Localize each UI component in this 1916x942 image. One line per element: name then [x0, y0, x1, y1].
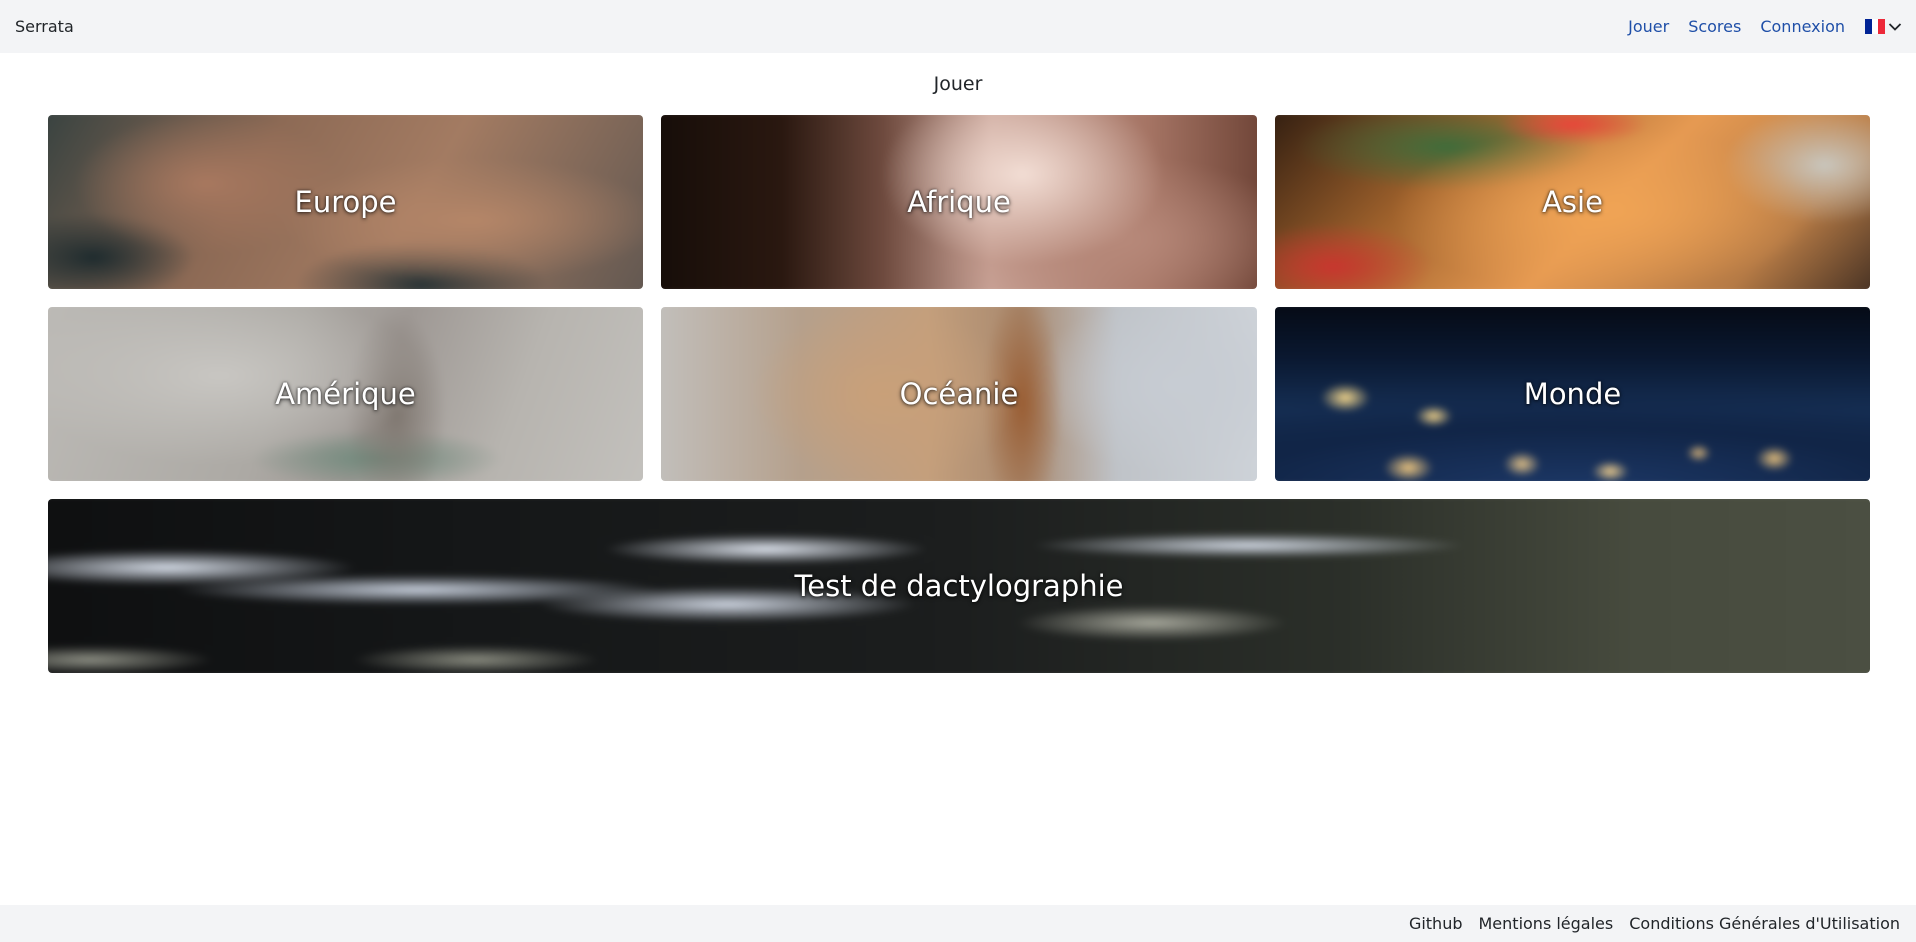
- card-asie[interactable]: Asie: [1275, 115, 1870, 289]
- top-navbar: Serrata Jouer Scores Connexion: [0, 0, 1916, 53]
- footer-link-github[interactable]: Github: [1409, 914, 1463, 933]
- card-label: Océanie: [899, 377, 1019, 411]
- card-amerique[interactable]: Amérique: [48, 307, 643, 481]
- card-europe[interactable]: Europe: [48, 115, 643, 289]
- footer: Github Mentions légales Conditions Génér…: [0, 905, 1916, 942]
- card-label: Monde: [1523, 377, 1622, 411]
- french-flag-icon: [1865, 19, 1886, 34]
- nav-links: Jouer Scores Connexion: [1609, 17, 1902, 36]
- nav-link-play[interactable]: Jouer: [1628, 17, 1669, 36]
- nav-link-login[interactable]: Connexion: [1760, 17, 1845, 36]
- page-title: Jouer: [933, 73, 983, 95]
- card-label: Afrique: [907, 185, 1011, 219]
- brand-link[interactable]: Serrata: [15, 17, 74, 36]
- footer-link-terms[interactable]: Conditions Générales d'Utilisation: [1629, 914, 1900, 933]
- card-label: Asie: [1542, 185, 1603, 219]
- card-label: Europe: [294, 185, 397, 219]
- language-selector[interactable]: [1865, 19, 1902, 34]
- card-typing-test[interactable]: Test de dactylographie: [48, 499, 1870, 673]
- card-label: Amérique: [275, 377, 416, 411]
- card-oceanie[interactable]: Océanie: [661, 307, 1257, 481]
- nav-link-scores[interactable]: Scores: [1688, 17, 1741, 36]
- card-monde[interactable]: Monde: [1275, 307, 1870, 481]
- chevron-down-icon: [1888, 22, 1902, 32]
- footer-link-legal[interactable]: Mentions légales: [1479, 914, 1614, 933]
- card-label: Test de dactylographie: [794, 569, 1124, 603]
- card-afrique[interactable]: Afrique: [661, 115, 1257, 289]
